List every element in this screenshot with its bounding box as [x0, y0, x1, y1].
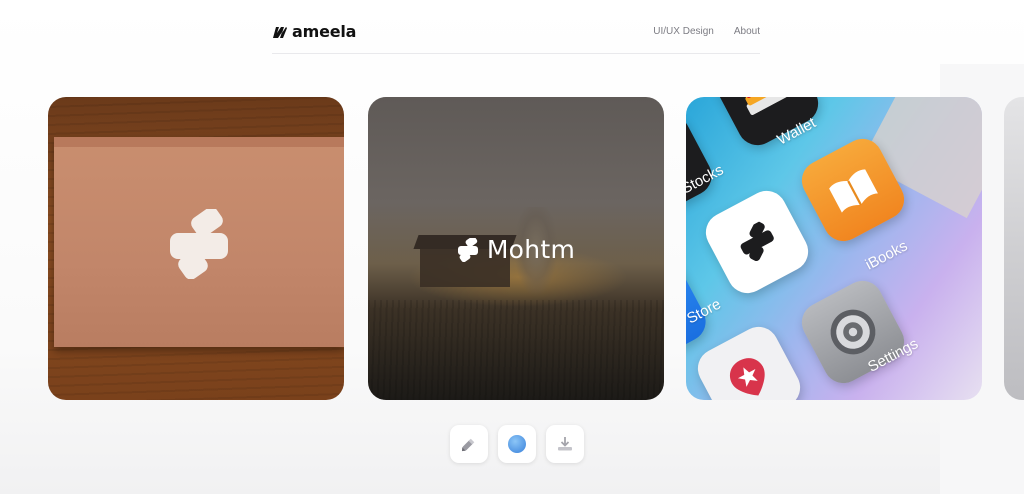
nav-uiux-design[interactable]: UI/UX Design — [653, 26, 714, 37]
bottom-toolbar — [450, 425, 584, 463]
mohtm-logo-icon — [740, 221, 774, 262]
map-pin-icon — [730, 358, 765, 396]
mohtm-logo-icon — [457, 237, 478, 262]
brand-logo-icon — [273, 26, 287, 38]
mohtm-logo-icon — [170, 209, 228, 279]
brand-name: ameela — [292, 22, 357, 41]
landscape-overlay-title: Mohtm — [368, 235, 664, 264]
nav-about[interactable]: About — [734, 26, 760, 37]
book-icon — [829, 169, 878, 213]
grass-field — [368, 300, 664, 400]
project-card-partial[interactable] — [1004, 97, 1024, 400]
project-card-phone[interactable]: Wallet iBooks Stocks Store Settings — [686, 97, 982, 400]
pencil-tool-button[interactable] — [450, 425, 488, 463]
download-tool-button[interactable] — [546, 425, 584, 463]
brand[interactable]: ameela — [272, 22, 356, 45]
project-card-box[interactable] — [48, 97, 344, 400]
site-header: ameela UI/UX Design About — [272, 14, 760, 54]
landscape-brand-text: Mohtm — [486, 235, 576, 264]
color-tool-button[interactable] — [498, 425, 536, 463]
color-circle-icon — [508, 435, 526, 453]
pencil-icon — [461, 438, 475, 452]
wallet-cards-icon — [745, 97, 793, 116]
main-nav: UI/UX Design About — [653, 26, 760, 41]
cardboard-box — [54, 137, 344, 347]
project-card-landscape[interactable]: Mohtm — [368, 97, 664, 400]
download-icon — [558, 437, 572, 451]
